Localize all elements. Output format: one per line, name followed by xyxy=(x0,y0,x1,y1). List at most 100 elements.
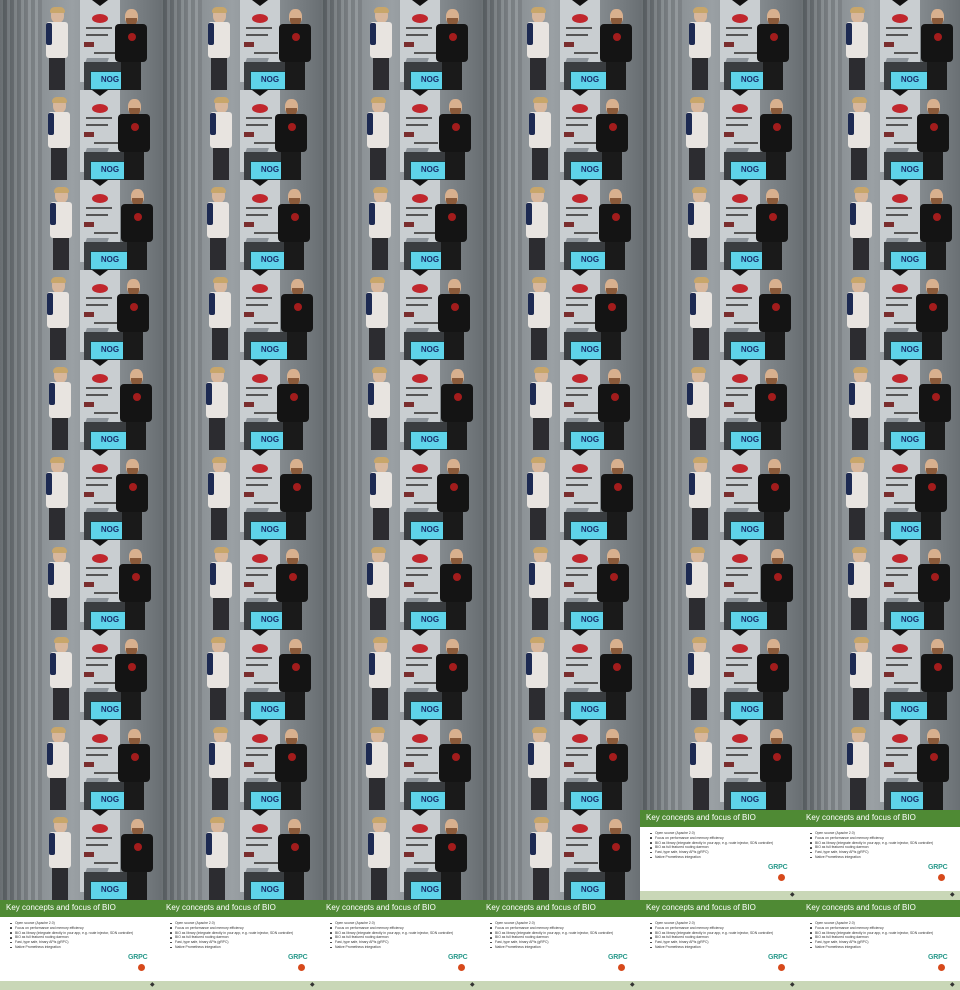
speaker-legs xyxy=(284,242,304,270)
speaker-shirt xyxy=(439,744,471,782)
speaker-hair xyxy=(52,547,67,553)
speaker-sleeve xyxy=(526,203,532,225)
speaker-hair xyxy=(212,457,227,463)
speaker-left xyxy=(50,637,72,720)
speaker-hair xyxy=(850,457,865,463)
grpc-logo: GRPC xyxy=(768,864,788,871)
stage-curtain xyxy=(480,270,522,360)
banner-text-line xyxy=(566,394,588,396)
speaker-left xyxy=(366,277,388,360)
speaker-sleeve xyxy=(847,743,853,765)
speaker-sleeve xyxy=(209,743,215,765)
speaker-right xyxy=(439,99,471,180)
banner-text-line xyxy=(726,34,748,36)
shirt-emblem-icon xyxy=(613,663,621,671)
speaker-legs xyxy=(285,692,305,720)
sponsor-logo-icon xyxy=(252,554,268,563)
sponsor-logo-icon xyxy=(84,672,94,677)
banner-text-line xyxy=(894,52,918,54)
speaker-legs xyxy=(53,238,69,270)
speaker-right xyxy=(437,459,469,540)
banner-text-line xyxy=(574,232,598,234)
speaker-left xyxy=(49,817,71,900)
banner-text-line xyxy=(886,297,912,299)
sponsor-logo-icon xyxy=(404,42,414,47)
sponsor-logo-icon xyxy=(732,284,748,293)
speaker-right xyxy=(760,99,792,180)
speaker-left xyxy=(47,277,69,360)
slide-bullet: Native Prometheus integration xyxy=(170,945,316,950)
speaker-left xyxy=(209,727,231,810)
speaker-right xyxy=(441,369,473,450)
speaker-legs xyxy=(690,418,706,450)
speaker-shirt xyxy=(437,474,469,512)
stage-curtain xyxy=(480,450,522,540)
speaker-shirt xyxy=(915,474,947,512)
video-frame-thumbnail: NOG xyxy=(480,720,640,810)
stage-curtain xyxy=(0,630,42,720)
shirt-emblem-icon xyxy=(612,843,620,851)
sponsor-logo-icon xyxy=(412,104,428,113)
banner-text-line xyxy=(726,207,752,209)
banner-text-line xyxy=(886,664,908,666)
speaker-legs xyxy=(371,868,387,900)
banner-text-line xyxy=(254,232,278,234)
video-frame-thumbnail: NOG xyxy=(800,180,960,270)
speaker-left xyxy=(686,97,708,180)
speaker-sleeve xyxy=(690,293,696,315)
stage-curtain xyxy=(480,720,522,810)
sponsor-logo-icon xyxy=(412,14,428,23)
speaker-sleeve xyxy=(847,293,853,315)
stage-curtain xyxy=(160,810,202,900)
slide-bullet-list: Open source (Apache 2.0) Focus on perfor… xyxy=(810,831,956,860)
video-frame-thumbnail: NOG xyxy=(480,360,640,450)
sponsor-logo-icon xyxy=(884,582,894,587)
stage-curtain xyxy=(800,720,842,810)
sponsor-logo-icon xyxy=(404,222,414,227)
banner-text-line xyxy=(254,502,278,504)
speaker-hair xyxy=(530,187,545,193)
slide-bullet: Native Prometheus integration xyxy=(810,855,956,860)
chevron-down-icon xyxy=(892,450,908,456)
stage-curtain xyxy=(0,720,42,810)
speaker-right xyxy=(596,729,628,810)
speaker-legs xyxy=(853,238,869,270)
sponsor-logo-icon xyxy=(564,492,574,497)
speaker-shirt xyxy=(921,654,953,692)
slide-thumbnail: Key concepts and focus of BIO Open sourc… xyxy=(480,900,640,990)
sponsor-logo-icon xyxy=(892,464,908,473)
chevron-down-icon xyxy=(892,630,908,636)
banner-text-line xyxy=(566,477,592,479)
chevron-down-icon xyxy=(252,810,268,816)
stage-curtain xyxy=(480,630,522,720)
sponsor-logo-icon xyxy=(892,644,908,653)
speaker-sleeve xyxy=(848,563,854,585)
speaker-legs xyxy=(370,598,386,630)
video-frame-thumbnail: NOG xyxy=(800,450,960,540)
speaker-legs xyxy=(52,418,68,450)
banner-text-line xyxy=(566,34,588,36)
video-frame-thumbnail: NOG xyxy=(160,180,320,270)
video-frame-thumbnail: NOG xyxy=(800,540,960,630)
speaker-hair xyxy=(691,367,706,373)
speaker-left xyxy=(526,637,548,720)
chevron-down-icon xyxy=(252,180,268,186)
speaker-left xyxy=(366,727,388,810)
speaker-sleeve xyxy=(46,473,52,495)
banner-text-line xyxy=(566,574,588,576)
shirt-emblem-icon xyxy=(770,33,778,41)
video-frame-thumbnail: NOG xyxy=(800,630,960,720)
speaker-shirt xyxy=(438,294,470,332)
video-frame-thumbnail: NOG xyxy=(0,450,160,540)
shirt-emblem-icon xyxy=(608,303,616,311)
banner-text-line xyxy=(246,34,268,36)
banner-text-line xyxy=(726,304,748,306)
speaker-hair xyxy=(850,7,865,13)
video-frame-thumbnail: NOG xyxy=(160,450,320,540)
speaker-shirt xyxy=(600,654,632,692)
sponsor-logo-icon xyxy=(564,672,574,677)
video-frame-thumbnail: NOG xyxy=(480,810,640,900)
sponsor-logo-icon xyxy=(92,824,108,833)
shirt-emblem-icon xyxy=(768,393,776,401)
video-frame-thumbnail: NOG xyxy=(320,0,480,90)
